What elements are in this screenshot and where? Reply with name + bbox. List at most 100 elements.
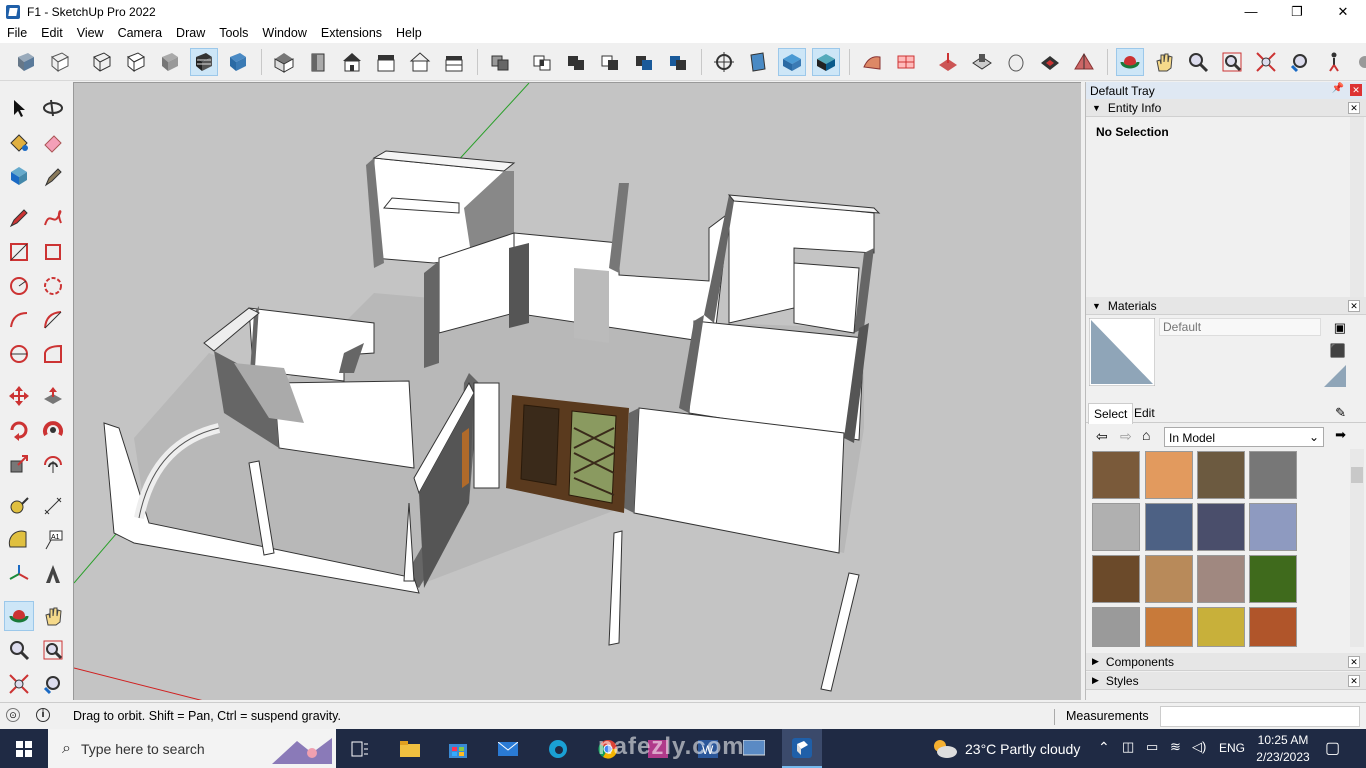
zoom-extents-tool-icon[interactable] bbox=[4, 669, 34, 699]
menu-file[interactable]: File bbox=[0, 26, 34, 40]
scale-tool-icon[interactable] bbox=[4, 449, 34, 479]
dimension-tool-icon[interactable] bbox=[38, 491, 68, 521]
components-close-icon[interactable]: ✕ bbox=[1348, 656, 1360, 668]
add-detail-icon[interactable] bbox=[1036, 48, 1064, 76]
move-tool-icon[interactable] bbox=[4, 381, 34, 411]
menu-camera[interactable]: Camera bbox=[111, 26, 169, 40]
rotate-tool-icon[interactable] bbox=[4, 415, 34, 445]
shaded-style-icon[interactable] bbox=[156, 48, 184, 76]
swatch-15[interactable] bbox=[1249, 607, 1297, 647]
intersect-icon[interactable] bbox=[528, 48, 556, 76]
material-name-field[interactable] bbox=[1159, 318, 1321, 336]
push-pull-icon[interactable] bbox=[38, 381, 68, 411]
menu-extensions[interactable]: Extensions bbox=[314, 26, 389, 40]
mail-icon[interactable] bbox=[488, 729, 528, 768]
camera-icon[interactable]: ◫ bbox=[1122, 739, 1134, 755]
axes-tool-icon[interactable] bbox=[4, 559, 34, 589]
tape-measure-icon[interactable] bbox=[4, 491, 34, 521]
top-view-icon[interactable] bbox=[304, 48, 332, 76]
instructor-info-icon[interactable]: i bbox=[36, 708, 50, 722]
model-viewport[interactable] bbox=[73, 82, 1081, 700]
previous-view-tool-icon[interactable] bbox=[38, 669, 68, 699]
forward-arrow-icon[interactable]: ⇨ bbox=[1120, 428, 1132, 445]
measurements-field[interactable] bbox=[1160, 706, 1360, 727]
swatch-3[interactable] bbox=[1249, 451, 1297, 499]
display-section-cuts-icon[interactable] bbox=[778, 48, 806, 76]
battery-icon[interactable]: ▭ bbox=[1146, 739, 1158, 755]
default-material-icon[interactable]: ⬛ bbox=[1330, 343, 1346, 359]
store-icon[interactable] bbox=[438, 729, 478, 768]
3d-text-icon[interactable] bbox=[38, 559, 68, 589]
swatch-0[interactable] bbox=[1092, 451, 1140, 499]
polygon-tool-icon[interactable] bbox=[38, 271, 68, 301]
pan-tool-icon[interactable] bbox=[1150, 48, 1178, 76]
components-header[interactable]: ▶ Components ✕ bbox=[1086, 653, 1366, 671]
geo-location-icon[interactable]: ⊙ bbox=[6, 708, 20, 722]
orbit-tool-active-icon[interactable] bbox=[4, 601, 34, 631]
text-tool-icon[interactable]: A1 bbox=[38, 525, 68, 555]
select-tool-icon[interactable] bbox=[4, 93, 34, 123]
maximize-button[interactable]: ❐ bbox=[1274, 0, 1320, 23]
paint-bucket-icon[interactable] bbox=[4, 127, 34, 157]
sample-paint-icon[interactable] bbox=[1324, 365, 1346, 387]
tray-close-icon[interactable]: ✕ bbox=[1350, 84, 1362, 96]
weather-text[interactable]: 23°C Partly cloudy bbox=[965, 741, 1080, 757]
menu-window[interactable]: Window bbox=[255, 26, 313, 40]
follow-me-icon[interactable] bbox=[38, 415, 68, 445]
close-button[interactable]: ✕ bbox=[1320, 0, 1366, 23]
edge-browser-icon[interactable] bbox=[538, 729, 578, 768]
tab-edit[interactable]: Edit bbox=[1134, 406, 1155, 420]
swatch-4[interactable] bbox=[1092, 503, 1140, 551]
swatch-8[interactable] bbox=[1092, 555, 1140, 603]
pie-tool-icon[interactable] bbox=[38, 339, 68, 369]
swatch-5[interactable] bbox=[1145, 503, 1193, 551]
iso-view-icon[interactable] bbox=[270, 48, 298, 76]
minimize-button[interactable]: — bbox=[1228, 0, 1274, 23]
menu-draw[interactable]: Draw bbox=[169, 26, 212, 40]
display-section-planes-icon[interactable] bbox=[744, 48, 772, 76]
task-view-icon[interactable] bbox=[340, 729, 380, 768]
rotated-rectangle-icon[interactable] bbox=[38, 237, 68, 267]
xray-style-icon[interactable] bbox=[12, 48, 40, 76]
pan-hand-icon[interactable] bbox=[38, 601, 68, 631]
rectangle-tool-icon[interactable] bbox=[4, 237, 34, 267]
shaded-textures-style-icon[interactable] bbox=[190, 48, 218, 76]
zoom-extents-icon[interactable] bbox=[1252, 48, 1280, 76]
offset-tool-icon[interactable] bbox=[38, 449, 68, 479]
freehand-tool-icon[interactable] bbox=[38, 203, 68, 233]
line-tool-icon[interactable] bbox=[4, 203, 34, 233]
volume-icon[interactable]: ◁) bbox=[1192, 739, 1206, 755]
eyedropper-icon[interactable]: ✎ bbox=[1335, 405, 1346, 421]
pin-icon[interactable]: 📌 bbox=[1332, 83, 1344, 94]
stamp-icon[interactable] bbox=[968, 48, 996, 76]
protractor-icon[interactable] bbox=[4, 525, 34, 555]
tape-measure-pencil-icon[interactable] bbox=[38, 161, 68, 191]
previous-view-icon[interactable] bbox=[1286, 48, 1314, 76]
swatch-6[interactable] bbox=[1197, 503, 1245, 551]
swatch-12[interactable] bbox=[1092, 607, 1140, 647]
outer-shell-icon[interactable] bbox=[486, 48, 514, 76]
union-icon[interactable] bbox=[562, 48, 590, 76]
clock-date[interactable]: 2/23/2023 bbox=[1255, 750, 1311, 764]
materials-close-icon[interactable]: ✕ bbox=[1348, 300, 1360, 312]
eraser-icon[interactable] bbox=[38, 127, 68, 157]
tray-overflow-chevron-icon[interactable]: ⌃ bbox=[1098, 739, 1110, 756]
create-material-icon[interactable]: ▣ bbox=[1334, 320, 1346, 336]
monochrome-style-icon[interactable] bbox=[224, 48, 252, 76]
taskbar-search-box[interactable]: ⌕ Type here to search bbox=[48, 729, 336, 768]
swatch-14[interactable] bbox=[1197, 607, 1245, 647]
zoom-window-icon[interactable] bbox=[1218, 48, 1246, 76]
entity-info-close-icon[interactable]: ✕ bbox=[1348, 102, 1360, 114]
swatches-scrollbar[interactable] bbox=[1350, 449, 1364, 647]
make-component-icon[interactable] bbox=[4, 161, 34, 191]
menu-tools[interactable]: Tools bbox=[212, 26, 255, 40]
zoom-magnifier-icon[interactable] bbox=[4, 635, 34, 665]
swatch-11[interactable] bbox=[1249, 555, 1297, 603]
sandbox-from-scratch-icon[interactable] bbox=[892, 48, 920, 76]
three-point-arc-icon[interactable] bbox=[4, 339, 34, 369]
sketchup-taskbar-icon[interactable] bbox=[782, 729, 822, 768]
flip-edge-icon[interactable] bbox=[1070, 48, 1098, 76]
menu-view[interactable]: View bbox=[70, 26, 111, 40]
orbit-tool-icon[interactable] bbox=[1116, 48, 1144, 76]
section-plane-icon[interactable] bbox=[710, 48, 738, 76]
